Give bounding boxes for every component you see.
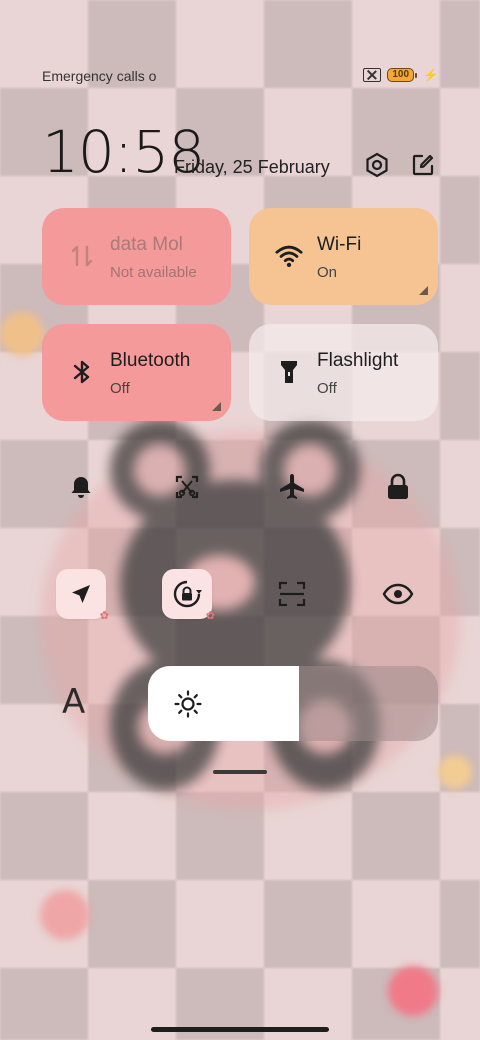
tile-title: Wi-Fi xyxy=(317,234,362,255)
toggle-reading-mode[interactable] xyxy=(373,569,423,619)
tile-title: Bluetooth xyxy=(110,350,191,371)
tile-subtitle: On xyxy=(317,264,338,281)
location-icon xyxy=(72,585,90,603)
expand-corner-icon[interactable] xyxy=(419,286,428,295)
toggle-location[interactable]: ✿ xyxy=(56,569,109,622)
toggle-sound[interactable] xyxy=(56,462,106,512)
tile-wifi[interactable]: Wi-Fi On xyxy=(249,208,438,305)
edit-icon[interactable] xyxy=(408,150,438,180)
expand-corner-icon[interactable] xyxy=(212,402,221,411)
bell-icon xyxy=(71,477,91,498)
eye-icon xyxy=(382,583,414,605)
brightness-sun-icon xyxy=(174,690,202,718)
tile-bluetooth[interactable]: Bluetooth Off xyxy=(42,324,231,421)
carrier-status-text: Emergency calls o xyxy=(42,68,157,84)
flower-decoration-icon: ✿ xyxy=(99,610,109,622)
tile-subtitle: Off xyxy=(317,380,337,397)
tile-title: Flashlight xyxy=(317,350,399,371)
battery-level: 100 xyxy=(387,68,415,82)
navigation-gesture-bar[interactable] xyxy=(151,1027,329,1032)
toggle-rotation-lock[interactable]: ✿ xyxy=(162,569,215,622)
bluetooth-icon xyxy=(68,358,96,386)
screenshot-icon xyxy=(175,475,199,499)
tile-mobile-data[interactable]: data Mol Not available xyxy=(42,208,231,305)
charging-bolt-icon: ⚡ xyxy=(423,68,438,82)
toggle-lock-screen[interactable] xyxy=(373,462,423,512)
battery-icon: 100 xyxy=(387,68,418,82)
flower-decoration-icon: ✿ xyxy=(205,610,215,622)
tile-subtitle: Off xyxy=(110,380,130,397)
tile-flashlight[interactable]: Flashlight Off xyxy=(249,324,438,421)
panel-drag-handle[interactable] xyxy=(213,770,267,774)
date[interactable]: Friday, 25 February xyxy=(174,157,330,178)
toggle-scanner[interactable] xyxy=(267,569,317,619)
settings-icon[interactable] xyxy=(362,150,392,180)
status-icons: 100 ⚡ xyxy=(363,68,438,82)
scanner-icon xyxy=(278,581,306,607)
wifi-icon xyxy=(275,242,303,270)
rotation-lock-icon xyxy=(173,580,202,608)
airplane-icon xyxy=(280,474,304,499)
toggle-airplane[interactable] xyxy=(267,462,317,512)
flashlight-icon xyxy=(275,358,303,386)
no-sim-icon xyxy=(363,68,382,82)
tile-subtitle: Not available xyxy=(110,264,197,281)
toggle-screenshot[interactable] xyxy=(162,462,212,512)
lock-icon xyxy=(388,473,408,499)
mobile-data-icon xyxy=(68,242,96,270)
brightness-fill xyxy=(148,666,299,741)
tile-title: data Mol xyxy=(110,234,183,255)
text-size-icon[interactable]: A xyxy=(62,682,85,722)
brightness-slider[interactable] xyxy=(148,666,438,741)
